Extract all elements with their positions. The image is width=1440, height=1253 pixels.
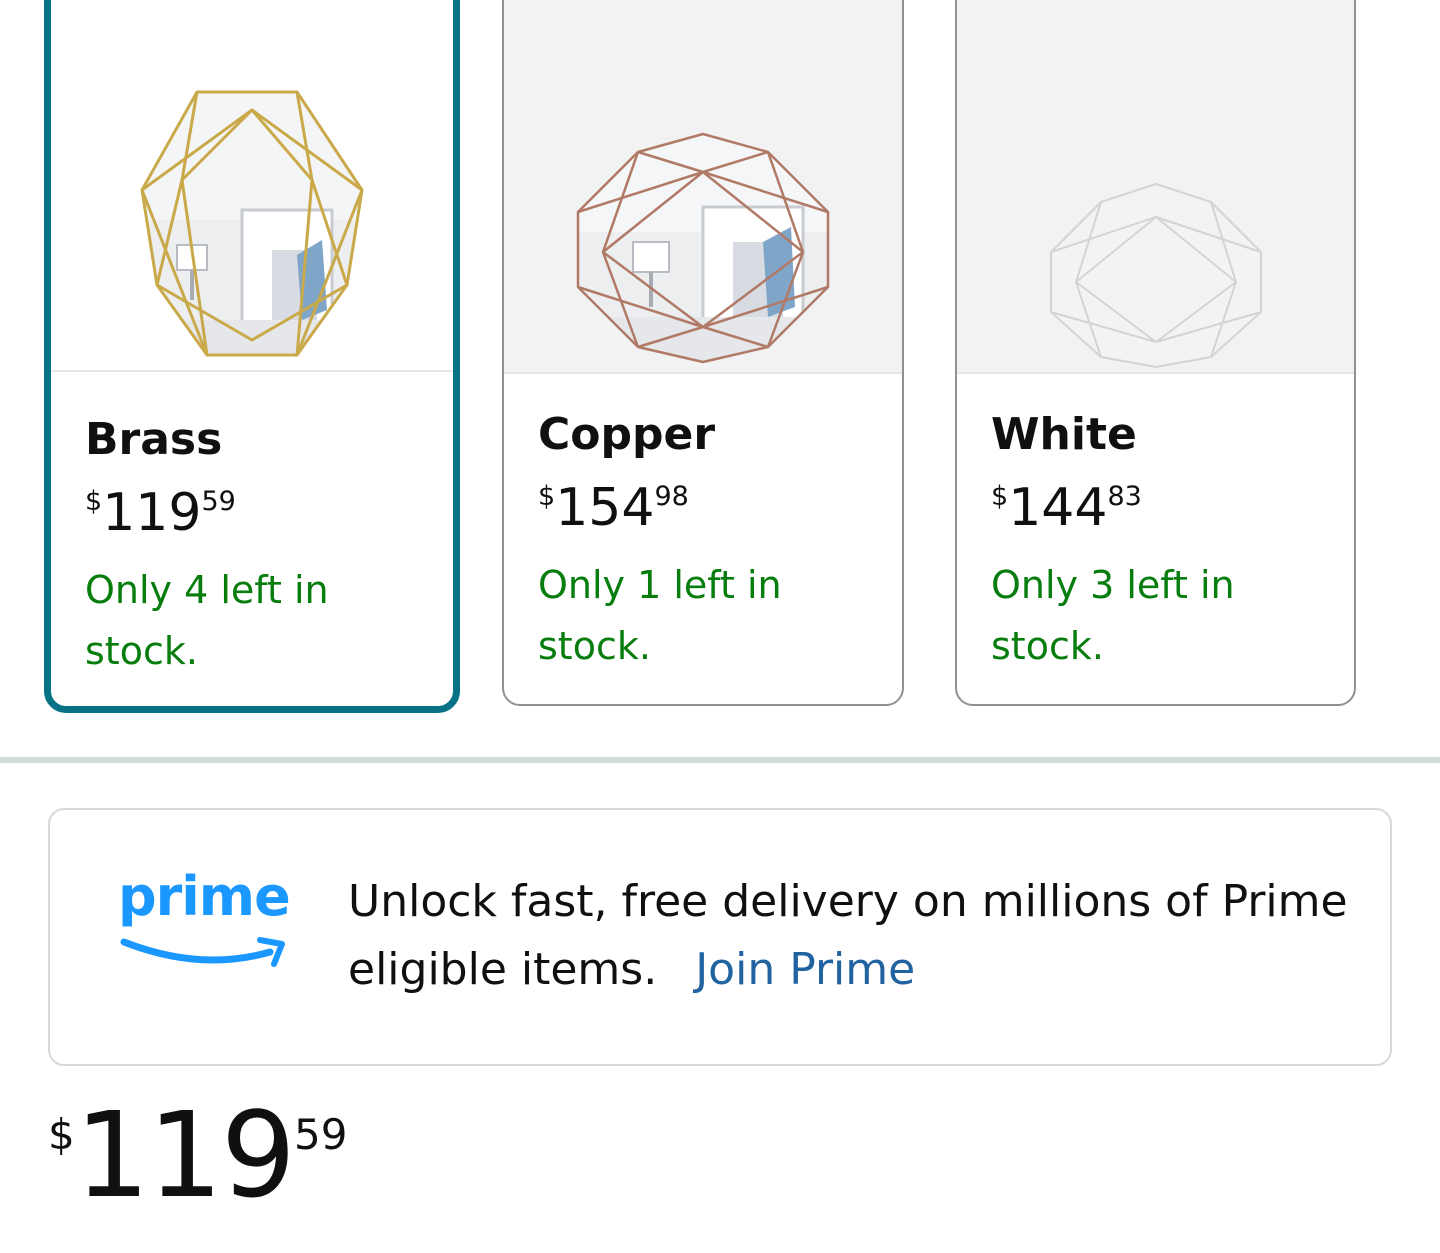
price-fraction: 83	[1107, 481, 1142, 512]
main-price-whole: 119	[74, 1086, 296, 1224]
join-prime-link[interactable]: Join Prime	[695, 944, 915, 995]
price-fraction: 59	[201, 486, 236, 517]
variant-card-copper[interactable]: Copper $15498 Only 1 left in stock.	[502, 0, 904, 706]
variant-price: $15498	[538, 478, 689, 538]
variant-name: White	[991, 409, 1137, 460]
stock-status: Only 4 left in stock.	[85, 568, 329, 673]
variant-image-copper	[504, 0, 902, 374]
variant-card-white[interactable]: White $14483 Only 3 left in stock.	[955, 0, 1356, 706]
price-fraction: 98	[654, 481, 689, 512]
variant-image-brass	[51, 0, 453, 372]
price-symbol: $	[538, 481, 556, 512]
variant-price: $11959	[85, 483, 236, 543]
stock-status: Only 1 left in stock.	[538, 563, 782, 668]
variant-image-white	[957, 0, 1354, 374]
prime-message: Unlock fast, free delivery on millions o…	[348, 868, 1348, 1004]
price-whole: 144	[1008, 478, 1108, 538]
main-price: $11959	[48, 1090, 347, 1220]
variant-price: $14483	[991, 478, 1142, 538]
variant-card-brass[interactable]: Brass $11959 Only 4 left in stock.	[44, 0, 460, 713]
variant-name: Copper	[538, 409, 716, 460]
mirror-brass-icon	[140, 90, 364, 357]
price-symbol: $	[991, 481, 1009, 512]
section-divider	[0, 757, 1440, 763]
mirror-white-icon	[1049, 183, 1262, 368]
prime-logo-text: prime	[118, 865, 291, 928]
price-symbol: $	[85, 486, 103, 517]
main-price-fraction: 59	[293, 1110, 348, 1159]
main-price-symbol: $	[48, 1110, 75, 1159]
price-whole: 119	[102, 483, 202, 543]
prime-smile-icon	[120, 937, 285, 967]
prime-logo: prime	[118, 862, 298, 982]
stock-status: Only 3 left in stock.	[991, 563, 1235, 668]
price-whole: 154	[555, 478, 655, 538]
variant-name: Brass	[85, 414, 223, 465]
prime-banner: prime Unlock fast, free delivery on mill…	[48, 808, 1392, 1066]
mirror-copper-icon	[576, 132, 830, 364]
